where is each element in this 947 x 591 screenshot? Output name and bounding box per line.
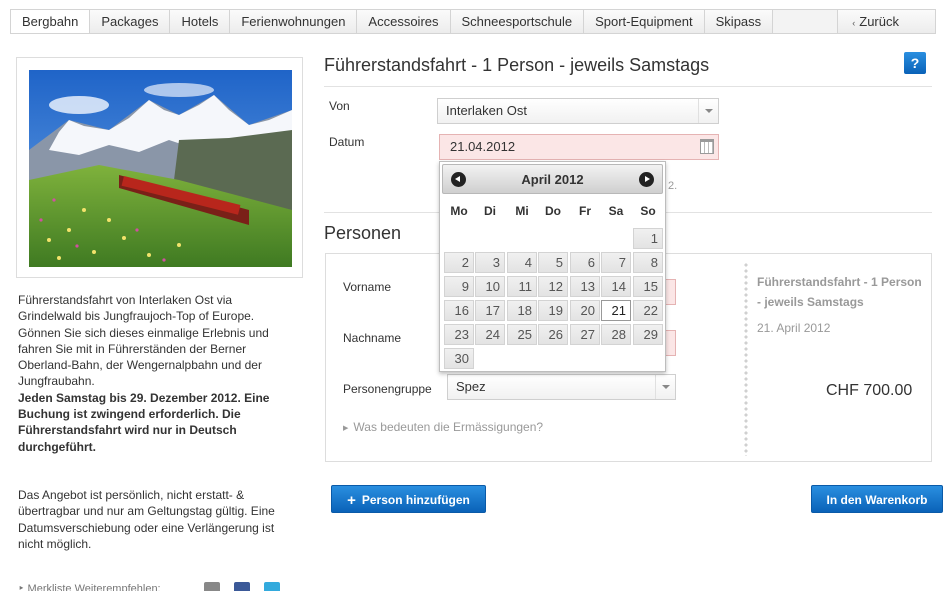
weekday-header: Mo (450, 204, 468, 218)
tab-packages[interactable]: Packages (90, 10, 171, 33)
summary-date: 21. April 2012 (757, 321, 831, 335)
calendar-day[interactable]: 2 (444, 252, 474, 273)
calendar-day[interactable]: 9 (444, 276, 474, 297)
date-hint: 2. (668, 180, 678, 192)
back-link[interactable]: ‹ Zurück (837, 10, 935, 33)
weekday-header: Do (545, 204, 561, 218)
von-select[interactable]: Interlaken Ost (437, 98, 719, 124)
add-to-cart-button[interactable]: In den Warenkorb (811, 485, 943, 513)
discount-info-label: Was bedeuten die Ermässigungen? (353, 420, 544, 434)
tab-bergbahn[interactable]: Bergbahn (11, 10, 91, 33)
summary-title: Führerstandsfahrt - 1 Person - jeweils S… (757, 275, 922, 309)
datepicker-month-title: April 2012 (521, 172, 584, 187)
weekday-header: So (640, 204, 656, 218)
calendar-icon[interactable] (700, 139, 714, 154)
calendar-day[interactable]: 13 (570, 276, 600, 297)
calendar-day[interactable]: 16 (444, 300, 474, 321)
calendar-day[interactable]: 7 (601, 252, 631, 273)
calendar-day[interactable]: 6 (570, 252, 600, 273)
calendar-day[interactable]: 26 (538, 324, 568, 345)
calendar-day[interactable]: 12 (538, 276, 568, 297)
calendar-day[interactable]: 8 (633, 252, 663, 273)
calendar-day[interactable]: 4 (507, 252, 537, 273)
calendar-day-selected[interactable]: 21 (601, 300, 631, 321)
weekday-header: Fr (579, 204, 591, 218)
calendar-day[interactable]: 5 (538, 252, 568, 273)
triangle-right-icon: ▶ (343, 425, 349, 432)
description-bold: Jeden Samstag bis 29. Dezember 2012. Ein… (18, 390, 270, 454)
product-image-frame (16, 57, 303, 278)
calendar-day[interactable]: 15 (633, 276, 663, 297)
tab-sport-equipment[interactable]: Sport-Equipment (584, 10, 705, 33)
tab-hotels[interactable]: Hotels (170, 10, 231, 33)
calendar-day[interactable]: 23 (444, 324, 474, 345)
help-button[interactable]: ? (904, 52, 926, 74)
persons-section-title: Personen (324, 223, 402, 243)
calendar-day[interactable]: 29 (633, 324, 663, 345)
facebook-icon[interactable] (234, 582, 250, 591)
tab-skipass[interactable]: Skipass (704, 10, 774, 33)
bookmark-share-bar[interactable]: ‣ Merkliste Weiterempfehlen: (18, 582, 161, 591)
date-input[interactable]: 21.04.2012 (439, 134, 719, 160)
terms-text: Das Angebot ist persönlich, nicht erstat… (18, 488, 275, 551)
datum-label: Datum (329, 135, 365, 149)
datepicker-header: April 2012 (442, 164, 663, 194)
chevron-down-icon (655, 375, 675, 399)
twitter-icon[interactable] (264, 582, 280, 591)
vorname-label: Vorname (343, 280, 392, 294)
von-value: Interlaken Ost (446, 103, 527, 118)
weekday-header: Di (484, 204, 496, 218)
top-navigation: Bergbahn Packages Hotels Ferienwohnungen… (10, 9, 936, 34)
add-person-button[interactable]: + Person hinzufügen (331, 485, 486, 513)
tab-ferienwohnungen[interactable]: Ferienwohnungen (230, 10, 358, 33)
calendar-day[interactable]: 3 (475, 252, 505, 273)
von-label: Von (329, 99, 350, 113)
plus-icon: + (347, 492, 356, 509)
calendar-day[interactable]: 20 (570, 300, 600, 321)
calendar-day[interactable]: 24 (475, 324, 505, 345)
nachname-label: Nachname (343, 331, 402, 345)
datepicker: April 2012 Mo Di Mi Do Fr Sa So 1 2 3 4 5 6 7 8 9 10 11 12… (439, 161, 666, 372)
personengruppe-label: Personengruppe (343, 382, 432, 396)
date-value: 21.04.2012 (450, 139, 516, 154)
page-title: Führerstandsfahrt - 1 Person - jeweils S… (324, 55, 710, 75)
personengruppe-value: Spez (456, 379, 486, 394)
description-text: Führerstandsfahrt von Interlaken Ost via… (18, 293, 269, 389)
calendar-day[interactable]: 28 (601, 324, 631, 345)
calendar-day[interactable]: 30 (444, 348, 474, 369)
dotted-separator (744, 262, 748, 456)
calendar-day[interactable]: 27 (570, 324, 600, 345)
calendar-day[interactable]: 11 (507, 276, 537, 297)
add-person-label: Person hinzufügen (361, 493, 470, 507)
chevron-down-icon (698, 99, 718, 123)
calendar-day[interactable]: 10 (475, 276, 505, 297)
calendar-day[interactable]: 17 (475, 300, 505, 321)
calendar-day[interactable]: 18 (507, 300, 537, 321)
chevron-left-icon: ‹ (852, 18, 856, 28)
add-to-cart-label: In den Warenkorb (826, 493, 928, 507)
tab-schneesportschule[interactable]: Schneesportschule (450, 10, 585, 33)
product-description: Führerstandsfahrt von Interlaken Ost via… (18, 292, 288, 455)
weekday-header: Mi (515, 204, 529, 218)
calendar-day[interactable]: 14 (601, 276, 631, 297)
calendar-day[interactable]: 1 (633, 228, 663, 249)
tab-accessoires[interactable]: Accessoires (357, 10, 451, 33)
summary-price: CHF 700.00 (826, 382, 913, 399)
discount-info-link[interactable]: ▶ Was bedeuten die Ermässigungen? (343, 420, 543, 434)
back-label: Zurück (859, 14, 899, 29)
calendar-day[interactable]: 19 (538, 300, 568, 321)
calendar-day[interactable]: 25 (507, 324, 537, 345)
next-month-icon[interactable] (639, 172, 654, 187)
product-photo (29, 70, 292, 267)
weekday-header: Sa (608, 204, 624, 218)
calendar-day[interactable]: 22 (633, 300, 663, 321)
email-icon[interactable] (204, 582, 220, 591)
personengruppe-select[interactable]: Spez (447, 374, 676, 400)
divider (324, 86, 932, 87)
